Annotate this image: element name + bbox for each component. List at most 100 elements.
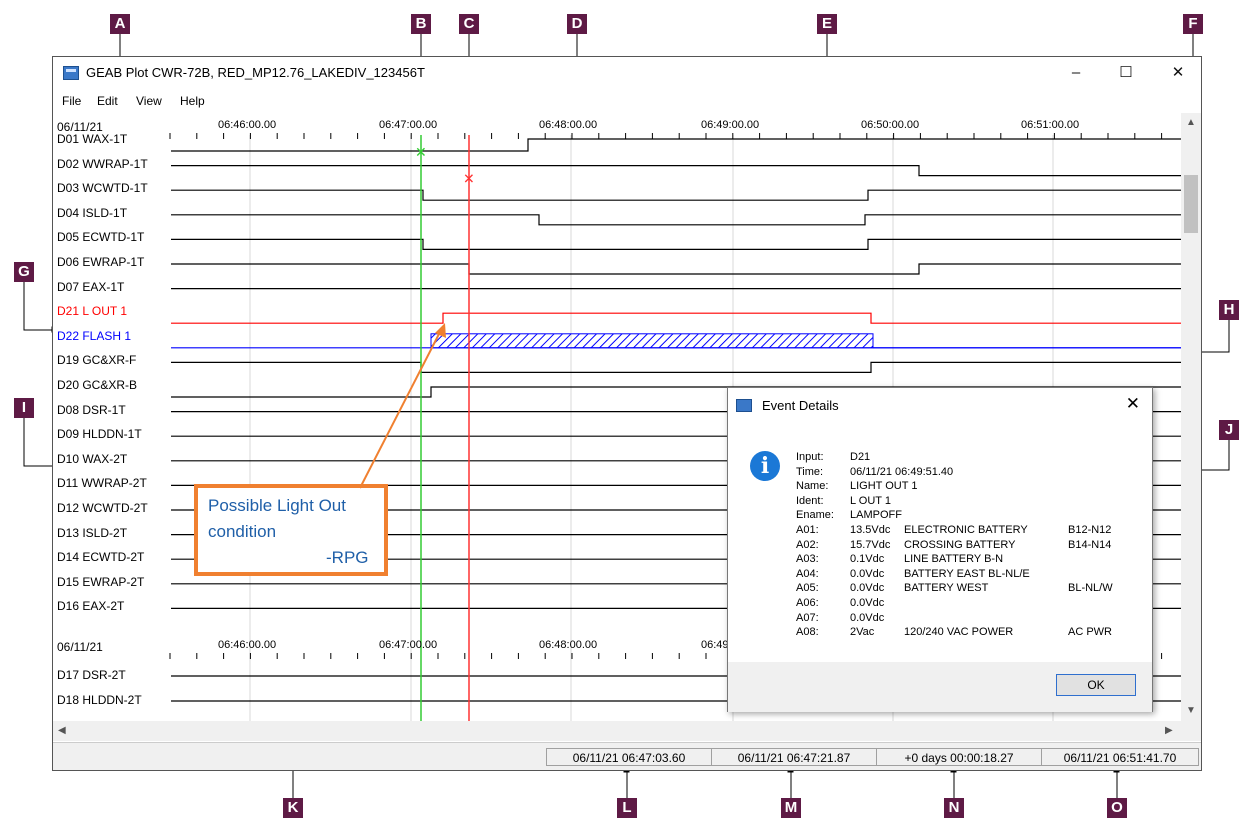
event-detail-cell: LAMPOFF [850,509,902,522]
callout-g: G [14,262,34,282]
callout-a: A [110,14,130,34]
event-detail-cell: B12-N12 [1068,524,1112,536]
lower-time-axis-label: 06:47:00.00 [379,639,438,651]
event-detail-cell: L OUT 1 [850,494,891,507]
event-detail-cell: BATTERY EAST BL-NL/E [904,567,1030,580]
callout-h: H [1219,300,1239,320]
scroll-down-icon[interactable]: ▼ [1186,705,1196,716]
dialog-footer: OK [728,662,1152,712]
channel-label[interactable]: D13 ISLD-2T [57,526,127,540]
menu-edit[interactable]: Edit [97,94,118,108]
menu-help[interactable]: Help [180,94,205,108]
channel-label[interactable]: D10 WAX-2T [57,452,127,466]
time-axis-label: 06:46:00.00 [218,119,277,131]
event-detail-cell: D21 [850,451,871,463]
time-axis-label: 06:49:00.00 [701,119,760,131]
event-detail-cell: 13.5Vdc [850,524,891,536]
scroll-left-icon[interactable]: ◀ [58,725,66,736]
callout-f: F [1183,14,1203,34]
time-axis-label: 06:48:00.00 [539,119,598,131]
callout-o: O [1107,798,1127,818]
event-detail-cell: CROSSING BATTERY [904,538,1016,551]
lower-time-axis-label: 06:49 [701,639,729,651]
trace-d01 [171,138,1181,152]
callout-l: L [617,798,637,818]
trace-d19 [171,361,1181,373]
trace-d04 [171,214,1181,226]
channel-label[interactable]: D03 WCWTD-1T [57,181,148,195]
callout-n: N [944,798,964,818]
menu-bar: File Edit View Help [53,91,1201,113]
trace-d02 [171,164,1181,177]
event-detail-cell: 0.0Vdc [850,582,885,595]
scroll-corner [1181,721,1201,741]
channel-label[interactable]: D09 HLDDN-1T [57,427,142,441]
channel-label[interactable]: D16 EAX-2T [57,599,124,613]
event-detail-cell: A03: [796,553,819,566]
scroll-right-icon[interactable]: ▶ [1165,725,1173,736]
event-detail-cell: B14-N14 [1068,538,1112,551]
event-detail-cell: Ident: [796,494,824,507]
status-mouse-time: 06/11/21 06:51:41.70 [1041,748,1199,766]
time-axis-label: 06:51:00.00 [1021,119,1080,131]
annotation-box: Possible Light Out condition -RPG [194,484,388,576]
event-detail-cell: AC PWR [1068,626,1112,639]
red-cursor-marker: ✕ [463,172,475,188]
vertical-scroll-thumb[interactable] [1184,175,1198,233]
event-detail-cell: A04: [796,567,819,580]
channel-label[interactable]: D06 EWRAP-1T [57,255,144,269]
channel-label[interactable]: D02 WWRAP-1T [57,157,148,171]
channel-label[interactable]: D05 ECWTD-1T [57,230,144,244]
scroll-up-icon[interactable]: ▲ [1186,117,1196,128]
close-button[interactable]: ✕ [1163,61,1193,85]
channel-label[interactable]: D19 GC&XR-F [57,353,136,367]
callout-i: I [14,398,34,418]
channel-label[interactable]: D08 DSR-1T [57,403,126,417]
event-detail-cell: Time: [796,465,824,478]
channel-label[interactable]: D14 ECWTD-2T [57,550,144,564]
channel-label[interactable]: D22 FLASH 1 [57,329,131,343]
title-bar[interactable]: GEAB Plot CWR-72B, RED_MP12.76_LAKEDIV_1… [53,57,1201,91]
channel-label[interactable]: D11 WWRAP-2T [57,476,147,490]
channel-label[interactable]: D12 WCWTD-2T [57,501,148,515]
maximize-button[interactable]: ☐ [1111,61,1141,85]
channel-label[interactable]: D15 EWRAP-2T [57,575,144,589]
channel-label[interactable]: D21 L OUT 1 [57,304,127,318]
channel-label[interactable]: D01 WAX-1T [57,132,127,146]
info-icon: i [750,451,780,481]
event-detail-cell: Ename: [796,509,834,522]
lower-time-axis-label: 06:46:00.00 [218,639,277,651]
app-icon [63,66,79,80]
menu-file[interactable]: File [62,94,81,108]
annotation-line-2: condition [208,522,277,541]
event-details-dialog: Event Details ✕ i Input: D21 Time: 06/11/21… [727,387,1153,712]
horizontal-scrollbar[interactable]: ◀ ▶ [53,721,1181,741]
event-detail-cell: ELECTRONIC BATTERY [904,524,1028,536]
dialog-close-button[interactable]: ✕ [1126,394,1140,414]
ok-button[interactable]: OK [1056,674,1136,696]
green-cursor-marker: ✕ [415,145,427,161]
channel-label[interactable]: D20 GC&XR-B [57,378,137,392]
event-detail-cell: 0.0Vdc [850,597,885,609]
callout-c: C [459,14,479,34]
callout-b: B [411,14,431,34]
menu-view[interactable]: View [136,94,162,108]
vertical-scrollbar[interactable]: ▲ ▼ [1181,113,1201,721]
event-detail-cell: 120/240 VAC POWER [904,626,1014,639]
annotation-signature: -RPG [326,548,369,567]
event-detail-cell: A05: [796,582,819,595]
status-cursor-red-time: 06/11/21 06:47:21.87 [711,748,877,766]
dialog-title: Event Details [762,398,839,413]
event-detail-cell: Name: [796,480,829,493]
channel-label[interactable]: D04 ISLD-1T [57,206,127,220]
minimize-button[interactable]: – [1061,61,1091,85]
status-delta-time: +0 days 00:00:18.27 [876,748,1042,766]
callout-d: D [567,14,587,34]
event-detail-cell: LIGHT OUT 1 [850,480,918,493]
trace-d05 [171,238,1181,250]
event-detail-cell: BATTERY WEST [904,582,989,595]
channel-label[interactable]: D07 EAX-1T [57,280,124,294]
lower-channel-label[interactable]: D17 DSR-2T [57,668,126,682]
time-axis-label: 06:47:00.00 [379,119,438,131]
lower-channel-label[interactable]: D18 HLDDN-2T [57,693,142,707]
